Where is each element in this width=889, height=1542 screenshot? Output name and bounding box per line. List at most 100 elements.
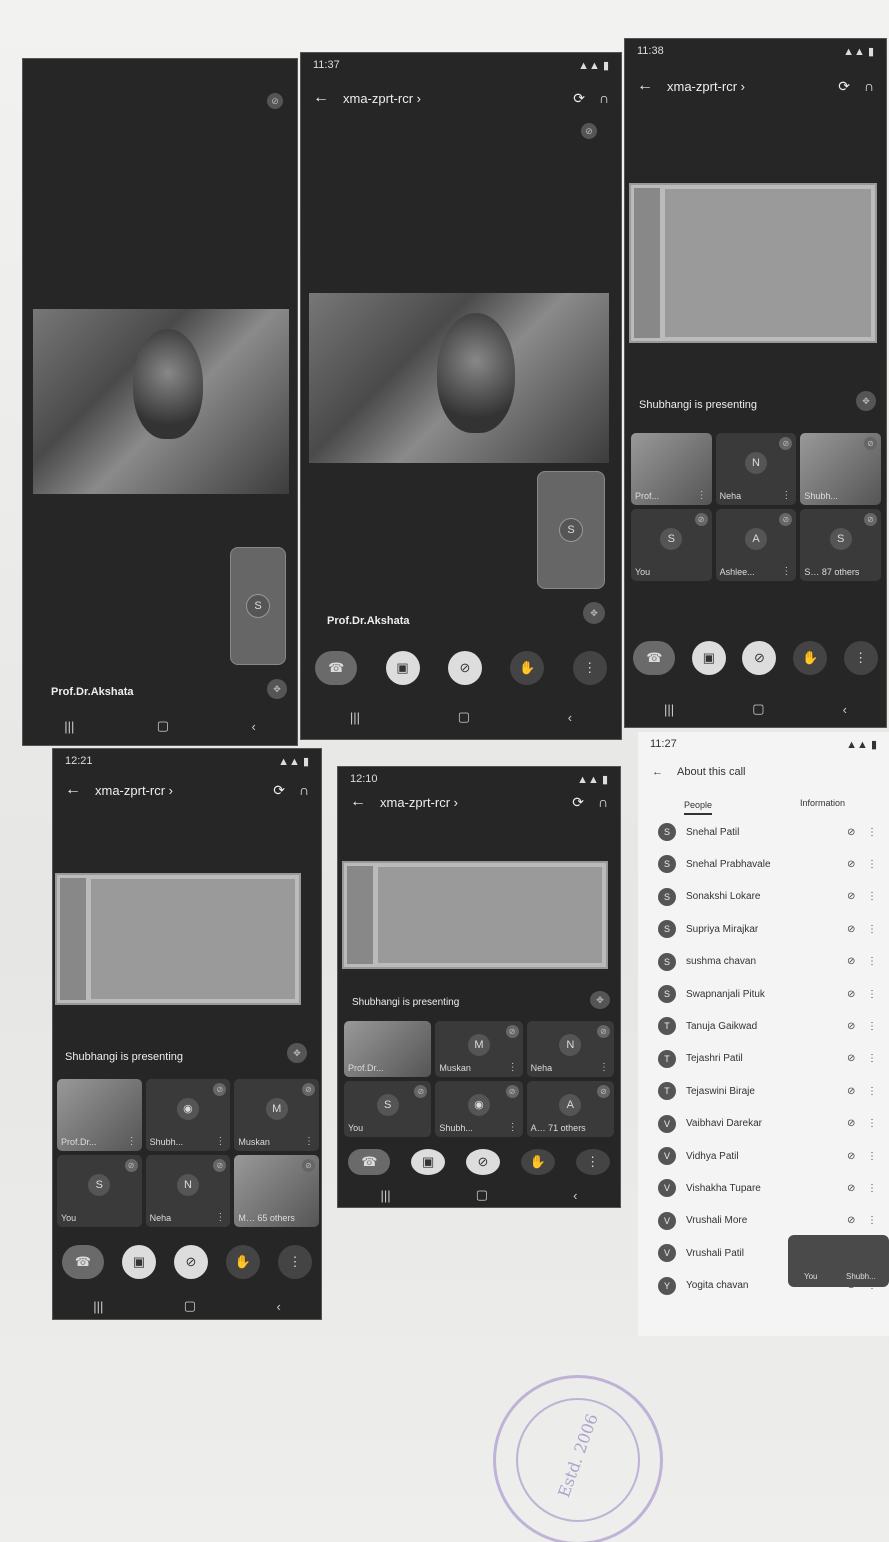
camera-off-button[interactable]: ▣ — [385, 651, 420, 685]
self-view-tile[interactable]: S — [230, 547, 286, 665]
more-icon[interactable]: ⋮ — [867, 1183, 889, 1194]
more-icon[interactable]: ⋮ — [867, 1021, 889, 1032]
more-icon[interactable]: ⋮ — [867, 989, 889, 1000]
mic-off-button[interactable]: ⊘ — [447, 651, 482, 685]
more-icon[interactable]: ⋮ — [867, 827, 889, 838]
raise-hand-button[interactable]: ✋ — [520, 1149, 555, 1175]
participant-row[interactable]: V Vaibhavi Darekar ⊘ ⋮ — [638, 1108, 889, 1140]
more-options-button[interactable]: ⋮ — [843, 641, 878, 675]
more-icon[interactable]: ⋮ — [304, 1136, 314, 1147]
audio-output-icon[interactable]: ∩ — [599, 90, 609, 107]
participant-tile[interactable]: M ⊘ Muskan ⋮ — [435, 1021, 523, 1077]
nav-recent-icon[interactable]: ||| — [93, 1299, 103, 1314]
participant-row[interactable]: T Tejashri Patil ⊘ ⋮ — [638, 1043, 889, 1075]
mic-off-icon[interactable]: ⊘ — [267, 93, 283, 109]
more-icon[interactable]: ⋮ — [867, 1215, 889, 1226]
more-icon[interactable]: ⋮ — [867, 1118, 889, 1129]
nav-back-icon[interactable]: ‹ — [251, 719, 255, 734]
layout-icon[interactable]: ✥ — [287, 1043, 307, 1063]
flip-camera-icon[interactable]: ⟳ — [273, 782, 285, 799]
audio-output-icon[interactable]: ∩ — [299, 782, 309, 799]
more-icon[interactable]: ⋮ — [867, 859, 889, 870]
more-icon[interactable]: ⋮ — [697, 490, 707, 501]
participant-tile[interactable]: N ⊘ Neha ⋮ — [526, 1021, 614, 1077]
more-icon[interactable]: ⋮ — [867, 1086, 889, 1097]
flip-camera-icon[interactable]: ⟳ — [573, 90, 585, 107]
meeting-code[interactable]: xma-zprt-rcr › — [95, 783, 273, 798]
nav-back-icon[interactable]: ‹ — [573, 1188, 577, 1203]
camera-off-button[interactable]: ▣ — [411, 1149, 446, 1175]
layout-icon[interactable]: ✥ — [590, 991, 610, 1009]
meeting-code[interactable]: xma-zprt-rcr › — [667, 79, 838, 94]
participant-tile[interactable]: ⊘ M… 65 others — [234, 1155, 319, 1227]
participant-tile[interactable]: N ⊘ Neha ⋮ — [715, 433, 797, 505]
end-call-button[interactable]: ☎ — [633, 641, 676, 675]
end-call-button[interactable]: ☎ — [315, 651, 358, 685]
mini-self-view[interactable]: You Shubh... — [788, 1235, 889, 1287]
camera-off-button[interactable]: ▣ — [122, 1245, 156, 1279]
participant-tile[interactable]: S ⊘ You — [57, 1155, 142, 1227]
nav-recent-icon[interactable]: ||| — [350, 710, 360, 725]
participant-tile[interactable]: ◉ ⊘ Shubh... ⋮ — [435, 1081, 523, 1137]
audio-output-icon[interactable]: ∩ — [864, 78, 874, 95]
more-options-button[interactable]: ⋮ — [278, 1245, 312, 1279]
participant-row[interactable]: T Tejaswini Biraje ⊘ ⋮ — [638, 1075, 889, 1107]
more-icon[interactable]: ⋮ — [781, 490, 791, 501]
participant-row[interactable]: T Tanuja Gaikwad ⊘ ⋮ — [638, 1010, 889, 1042]
layout-icon[interactable]: ✥ — [856, 391, 876, 411]
nav-home-icon[interactable]: ▢ — [157, 718, 169, 734]
audio-output-icon[interactable]: ∩ — [598, 794, 608, 811]
layout-icon[interactable]: ✥ — [583, 602, 605, 624]
more-icon[interactable]: ⋮ — [508, 1062, 518, 1073]
participant-row[interactable]: V Vrushali More ⊘ ⋮ — [638, 1205, 889, 1237]
camera-off-button[interactable]: ▣ — [691, 641, 726, 675]
more-icon[interactable]: ⋮ — [867, 891, 889, 902]
more-icon[interactable]: ⋮ — [508, 1122, 518, 1133]
participant-tile[interactable]: S ⊘ You — [344, 1081, 432, 1137]
more-icon[interactable]: ⋮ — [867, 924, 889, 935]
participant-tile[interactable]: N ⊘ Neha ⋮ — [145, 1155, 231, 1227]
nav-home-icon[interactable]: ▢ — [184, 1298, 196, 1314]
nav-recent-icon[interactable]: ||| — [664, 702, 674, 717]
nav-back-icon[interactable]: ‹ — [276, 1299, 280, 1314]
nav-back-icon[interactable]: ‹ — [568, 710, 572, 725]
more-icon[interactable]: ⋮ — [215, 1212, 225, 1223]
participant-row[interactable]: S Swapnanjali Pituk ⊘ ⋮ — [638, 978, 889, 1010]
participant-tile[interactable]: A ⊘ A… 71 others — [526, 1081, 614, 1137]
mic-off-icon[interactable]: ⊘ — [581, 123, 597, 139]
participant-tile[interactable]: S ⊘ S… 87 others — [800, 509, 881, 581]
more-options-button[interactable]: ⋮ — [572, 651, 607, 685]
more-icon[interactable]: ⋮ — [215, 1136, 225, 1147]
more-icon[interactable]: ⋮ — [867, 1151, 889, 1162]
more-icon[interactable]: ⋮ — [599, 1062, 609, 1073]
raise-hand-button[interactable]: ✋ — [226, 1245, 260, 1279]
more-options-button[interactable]: ⋮ — [575, 1149, 610, 1175]
nav-home-icon[interactable]: ▢ — [458, 709, 470, 725]
participant-tile[interactable]: Prof... ⋮ — [631, 433, 712, 505]
participant-row[interactable]: Ssushma chavan ⊘ ⋮ — [638, 946, 889, 978]
mic-off-button[interactable]: ⊘ — [174, 1245, 208, 1279]
meeting-code[interactable]: xma-zprt-rcr › — [380, 795, 572, 810]
participant-tile[interactable]: S ⊘ You — [631, 509, 712, 581]
nav-back-icon[interactable]: ‹ — [843, 702, 847, 717]
mic-off-button[interactable]: ⊘ — [465, 1149, 500, 1175]
nav-home-icon[interactable]: ▢ — [476, 1187, 488, 1203]
participant-row[interactable]: S Snehal Prabhavale ⊘ ⋮ — [638, 848, 889, 880]
layout-icon[interactable]: ✥ — [267, 679, 287, 699]
participant-tile[interactable]: A ⊘ Ashlee... ⋮ — [715, 509, 797, 581]
participant-tile[interactable]: Prof.Dr... — [344, 1021, 432, 1077]
participant-tile[interactable]: Prof.Dr... ⋮ — [57, 1079, 142, 1151]
participant-row[interactable]: S Snehal Patil ⊘ ⋮ — [638, 816, 889, 848]
participant-row[interactable]: V Vidhya Patil ⊘ ⋮ — [638, 1140, 889, 1172]
nav-recent-icon[interactable]: ||| — [381, 1188, 391, 1203]
raise-hand-button[interactable]: ✋ — [510, 651, 545, 685]
more-icon[interactable]: ⋮ — [867, 1053, 889, 1064]
back-arrow-icon[interactable]: ← — [350, 793, 368, 811]
back-arrow-icon[interactable]: ← — [652, 766, 663, 778]
more-icon[interactable]: ⋮ — [127, 1136, 137, 1147]
flip-camera-icon[interactable]: ⟳ — [838, 78, 850, 95]
participant-row[interactable]: S Sonakshi Lokare ⊘ ⋮ — [638, 881, 889, 913]
flip-camera-icon[interactable]: ⟳ — [572, 794, 584, 811]
nav-home-icon[interactable]: ▢ — [752, 701, 764, 717]
back-arrow-icon[interactable]: ← — [65, 781, 83, 799]
